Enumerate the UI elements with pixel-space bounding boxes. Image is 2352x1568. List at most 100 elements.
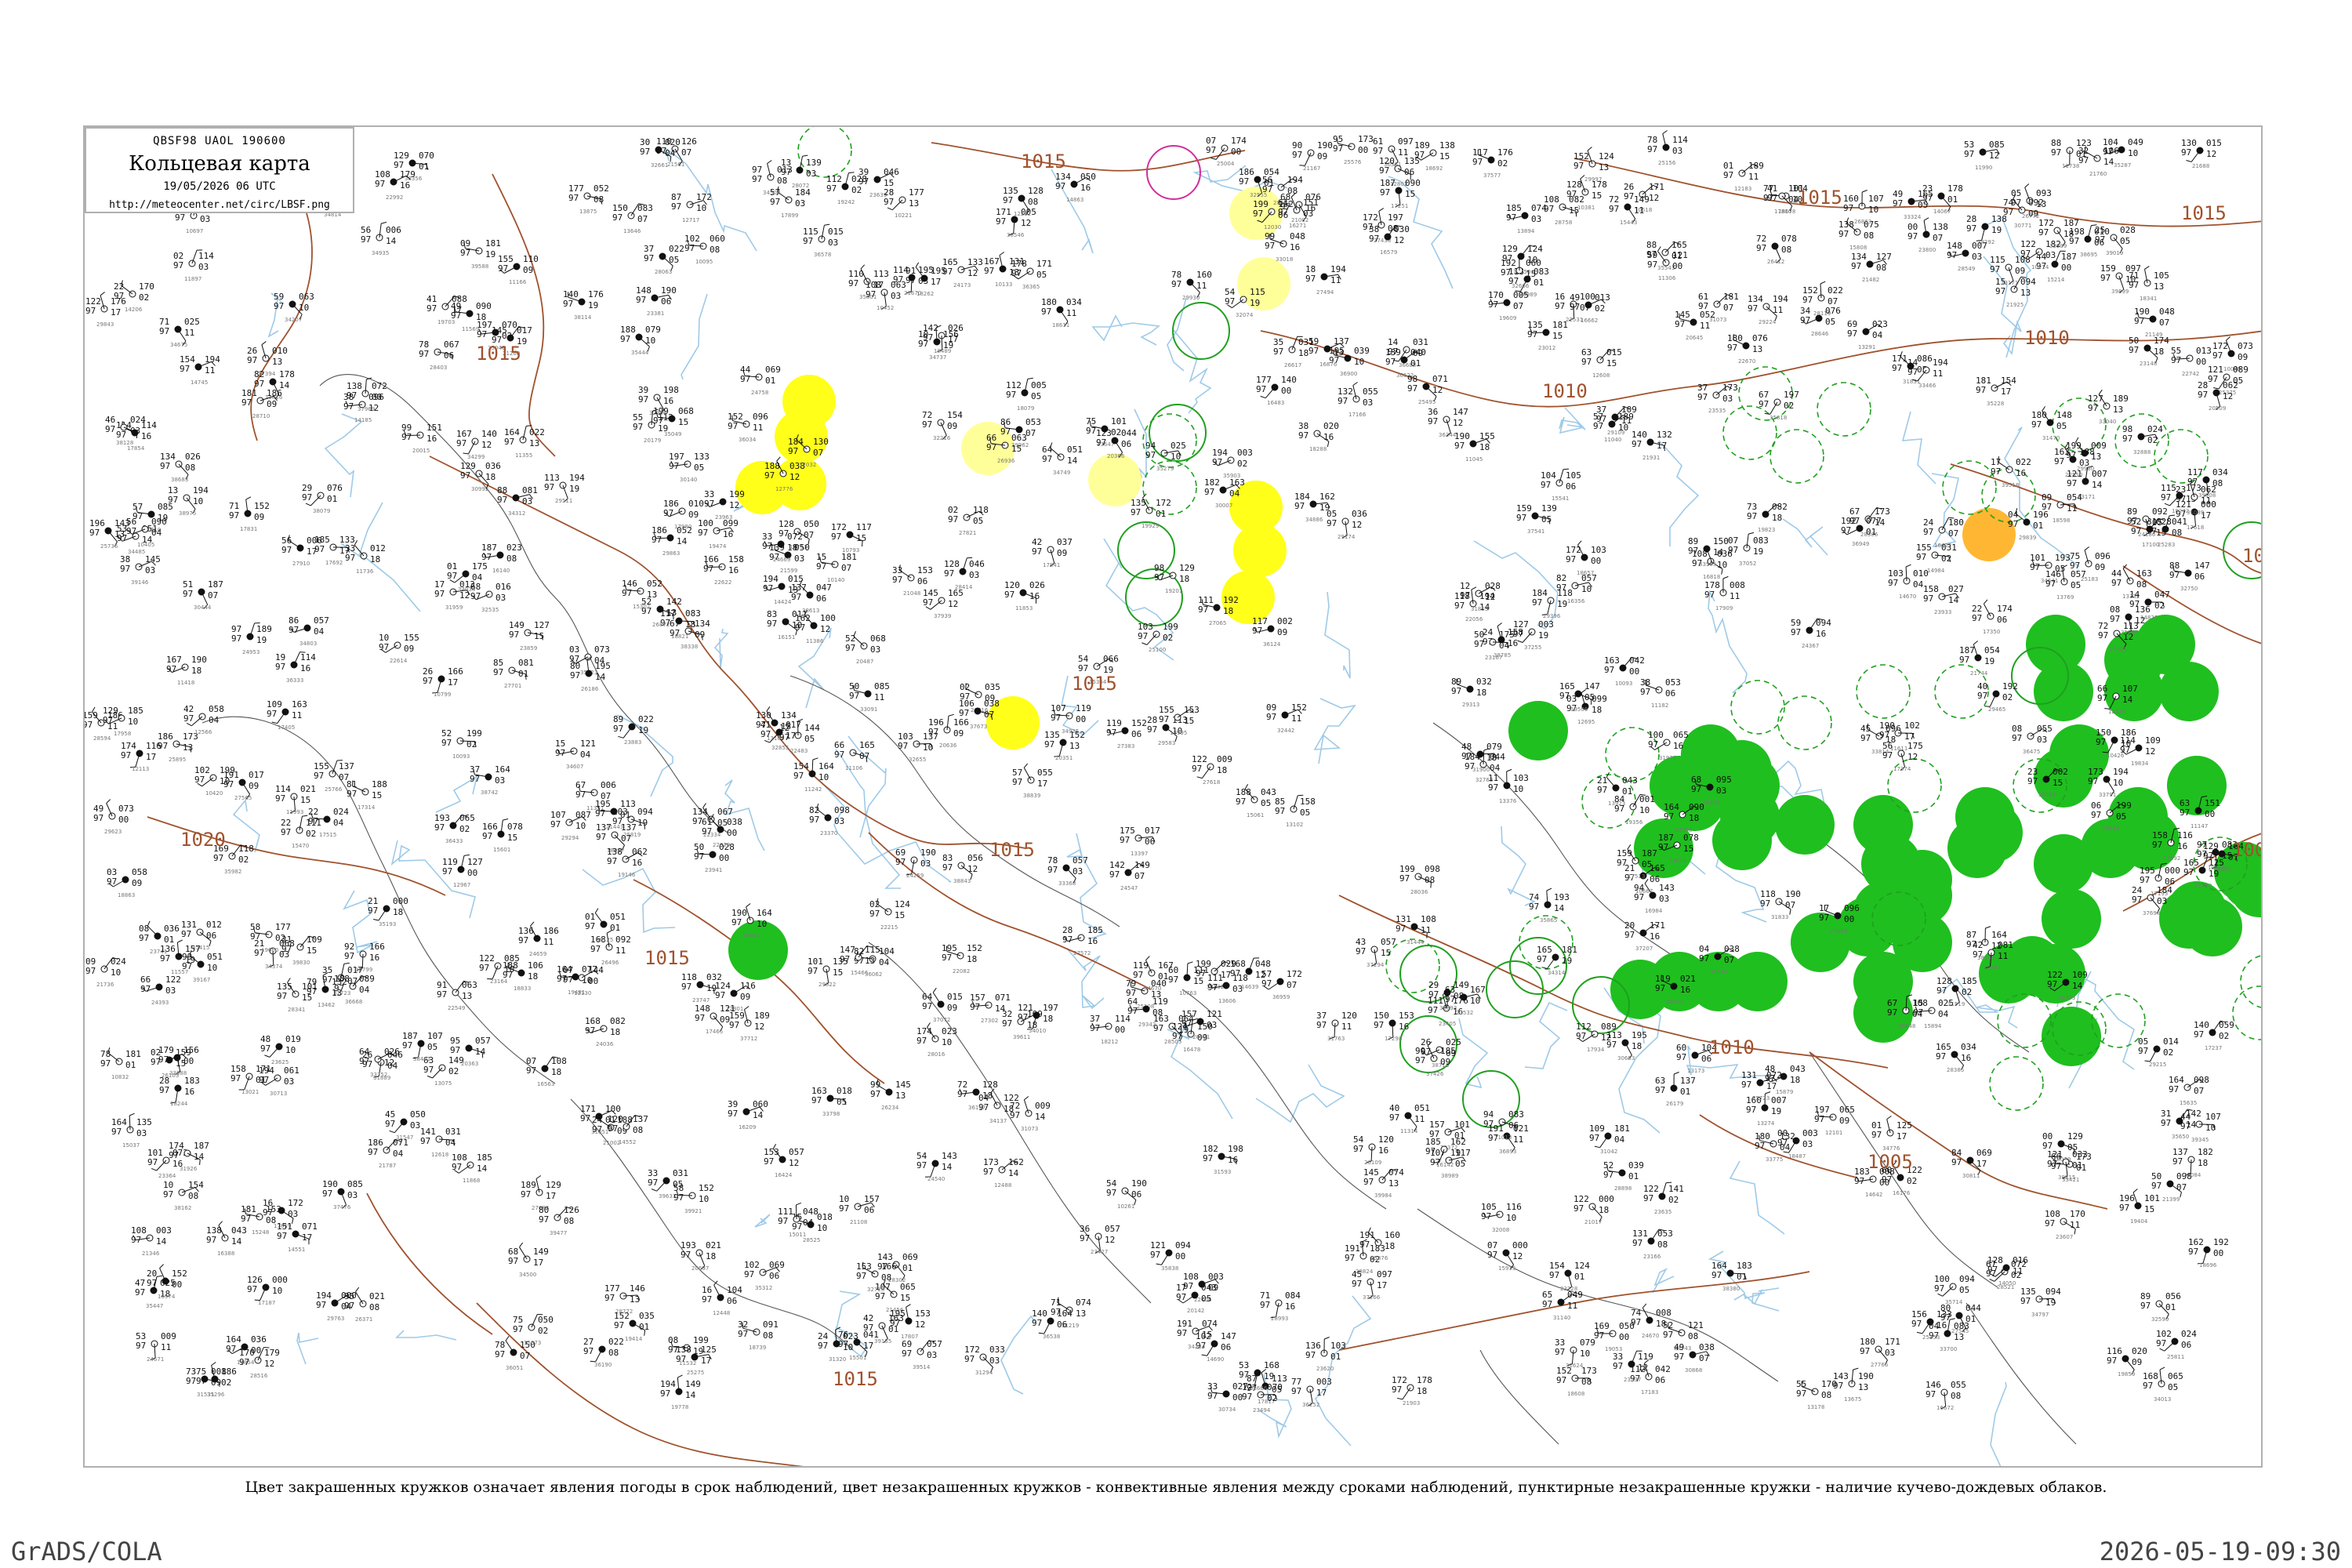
svg-text:33798: 33798	[822, 1111, 840, 1117]
svg-text:97: 97	[1203, 1153, 1213, 1163]
station-plot: 23971780114067	[1922, 183, 1963, 215]
svg-text:33324: 33324	[1904, 214, 1922, 220]
svg-text:13: 13	[1069, 741, 1080, 751]
svg-text:19: 19	[485, 249, 495, 260]
svg-text:13171: 13171	[2001, 280, 2018, 286]
svg-text:19834: 19834	[2131, 760, 2149, 767]
station-plot: 108970821528758	[1544, 194, 1584, 226]
river-51	[1000, 1315, 1036, 1395]
map-header: QBSF98 UAOL 190600 Кольцевая карта 19/05…	[85, 127, 354, 213]
svg-text:017: 017	[517, 325, 532, 336]
svg-text:13173: 13173	[1687, 1068, 1704, 1074]
station-plot: 173971621412488	[983, 1157, 1024, 1189]
svg-text:97: 97	[2198, 390, 2208, 400]
svg-text:15601: 15601	[493, 847, 510, 853]
station-plot: 109971631117405	[267, 699, 307, 731]
svg-text:07: 07	[813, 448, 823, 458]
svg-text:97: 97	[638, 394, 648, 405]
svg-text:97: 97	[684, 243, 695, 253]
svg-text:39588: 39588	[471, 263, 488, 270]
svg-text:149: 149	[1454, 980, 1469, 990]
svg-text:97: 97	[2107, 1356, 2117, 1366]
svg-text:97: 97	[1728, 545, 1738, 555]
svg-text:035: 035	[985, 682, 1000, 692]
svg-text:199: 199	[1163, 622, 1178, 632]
svg-text:97: 97	[241, 397, 252, 408]
station-plot: 52970390128898	[1603, 1160, 1644, 1192]
svg-text:10: 10	[193, 496, 203, 506]
svg-text:31444: 31444	[1406, 939, 1425, 946]
svg-text:140: 140	[481, 429, 497, 439]
map-url[interactable]: http://meteocenter.net/circ/LBSF.png	[86, 199, 353, 211]
station-plot: 172971030018657	[1566, 540, 1606, 576]
svg-text:36959: 36959	[1272, 994, 1290, 1000]
svg-text:97: 97	[1916, 552, 1926, 562]
svg-text:13397: 13397	[1131, 851, 1148, 857]
svg-text:97: 97	[1481, 1211, 1491, 1221]
svg-text:135: 135	[136, 1117, 152, 1127]
svg-text:97: 97	[1055, 181, 1065, 191]
station-plot: 22971110215470	[281, 815, 321, 849]
svg-text:11: 11	[184, 328, 194, 338]
svg-text:130: 130	[813, 437, 829, 447]
svg-text:37577: 37577	[1483, 172, 1501, 179]
station-plot: 10971550922614	[379, 633, 419, 664]
svg-text:97: 97	[344, 1301, 354, 1311]
svg-text:97: 97	[984, 266, 994, 276]
svg-text:12030: 12030	[1264, 224, 1281, 230]
svg-text:97: 97	[1573, 1203, 1584, 1214]
svg-text:048: 048	[1255, 959, 1271, 969]
river-6	[395, 1330, 457, 1341]
station-plot: 78971601129930	[1171, 270, 1212, 301]
svg-text:97: 97	[1995, 286, 2005, 296]
svg-text:97: 97	[281, 944, 292, 954]
svg-text:97: 97	[1138, 631, 1148, 641]
svg-text:21561: 21561	[667, 162, 684, 168]
svg-text:22622: 22622	[714, 579, 731, 586]
station-plot: 158971710113021	[230, 1064, 271, 1095]
svg-text:97: 97	[1741, 1080, 1751, 1090]
svg-text:11569: 11569	[462, 326, 479, 332]
svg-text:32661: 32661	[651, 162, 668, 169]
svg-text:97: 97	[183, 713, 194, 724]
svg-text:044: 044	[1490, 752, 1505, 762]
station-plot: 99971511620015	[401, 423, 442, 454]
svg-text:97: 97	[1537, 954, 1547, 964]
svg-text:97: 97	[614, 1320, 624, 1330]
svg-text:048: 048	[1290, 231, 1305, 241]
svg-text:29623: 29623	[104, 829, 122, 835]
station-plot: 08970550336475	[2012, 724, 2053, 755]
river-12	[1324, 591, 1351, 679]
svg-text:97: 97	[1006, 390, 1016, 400]
svg-text:074: 074	[1202, 1319, 1218, 1329]
svg-text:10261: 10261	[1117, 1203, 1134, 1210]
svg-text:32750: 32750	[2180, 586, 2198, 592]
svg-text:34137: 34137	[989, 1118, 1007, 1124]
svg-text:149: 149	[1634, 194, 1650, 205]
svg-text:10: 10	[1618, 423, 1628, 433]
svg-text:165: 165	[859, 740, 875, 750]
svg-text:37052: 37052	[1739, 561, 1756, 567]
svg-text:02: 02	[448, 1066, 459, 1076]
isobar-label-iso-1015-w: 1015	[476, 343, 521, 365]
svg-text:97: 97	[1242, 1392, 1252, 1402]
station-plot: 130970151221688	[2181, 138, 2222, 169]
svg-text:97: 97	[1624, 930, 1635, 940]
svg-text:195: 195	[1632, 1030, 1647, 1040]
svg-text:17350: 17350	[1983, 629, 2000, 635]
svg-text:10381: 10381	[1577, 205, 1595, 211]
svg-text:131: 131	[1009, 256, 1025, 267]
svg-text:120: 120	[1378, 1134, 1394, 1145]
svg-text:97: 97	[1597, 785, 1607, 795]
svg-text:133: 133	[1936, 1309, 1952, 1319]
svg-text:13: 13	[895, 1091, 906, 1101]
svg-text:16579: 16579	[1380, 249, 1397, 256]
svg-text:97: 97	[694, 851, 704, 862]
station-plot: 164970980715635	[2169, 1075, 2209, 1106]
svg-text:092: 092	[2028, 198, 2044, 208]
svg-text:19: 19	[1984, 656, 1994, 666]
svg-text:17810: 17810	[1774, 209, 1791, 215]
legend-caption: Цвет закрашенных кружков означает явлени…	[0, 1479, 2352, 1496]
svg-text:05: 05	[1584, 692, 1595, 702]
station-plot: 134971270821482	[1851, 252, 1892, 283]
